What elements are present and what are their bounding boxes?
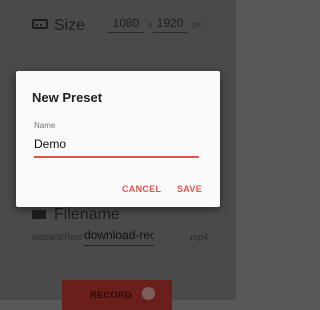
new-preset-dialog: New Preset Name Demo CANCEL SAVE [16,71,220,207]
save-button[interactable]: SAVE [177,184,202,194]
size-separator: x [148,20,152,29]
cancel-button[interactable]: CANCEL [122,184,161,194]
record-icon [142,287,155,300]
record-button[interactable]: RECORD [62,280,172,310]
record-label: RECORD [90,290,133,300]
height-input[interactable]: 1920 [153,16,187,33]
name-input[interactable]: Demo [34,135,199,158]
filename-input[interactable]: download-rec [84,228,154,246]
aspect-ratio-icon [32,19,48,29]
file-extension: .mp4 [188,232,209,242]
dialog-title: New Preset [32,90,103,105]
path-prefix: /sdcard/Rec/ [32,232,83,242]
size-unit: px [193,20,202,29]
filename-label: Filename [54,206,120,223]
width-input[interactable]: 1080 [108,16,144,33]
file-icon [32,210,46,219]
size-label: Size [54,17,86,34]
name-field-label: Name [34,121,56,130]
